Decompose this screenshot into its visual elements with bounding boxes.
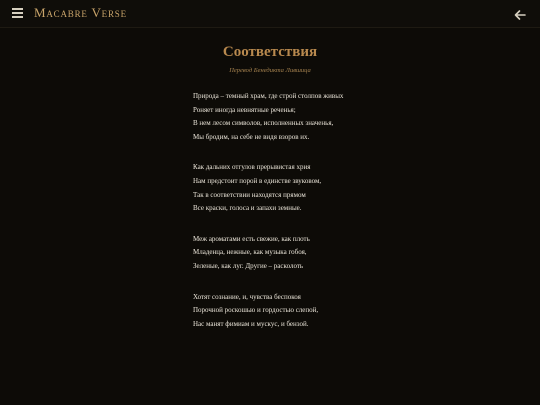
- poem-line: В нем лесом символов, исполненных значен…: [193, 119, 334, 128]
- poem-line: Порочной роскошью и гордостью слепой,: [193, 306, 319, 315]
- poem-line: Роняет иногда невнятные реченья;: [193, 105, 296, 114]
- poem-line: Меж ароматами есть свежие, как плоть: [193, 234, 310, 243]
- top-app-bar: Macabre Verse: [0, 0, 540, 28]
- arrow-left-icon[interactable]: [513, 7, 527, 21]
- poem-stanza: Природа – темный храм, где строй столпов…: [193, 90, 513, 144]
- poem-stanza: Как дальних отгулов прерывистая хрия Нам…: [193, 161, 513, 215]
- poem-title: Соответствия: [222, 44, 318, 60]
- poem-line: Младенца, нежные, как музыка гобоя,: [193, 248, 307, 257]
- poem-line: Все краски, голоса и запахи земные.: [193, 204, 302, 213]
- poem-stanza: Хотят сознание, и, чувства беспокоя Поро…: [193, 291, 513, 332]
- poem-line: Хотят сознание, и, чувства беспокоя: [193, 292, 301, 301]
- poem-line: Мы бродим, на себе не видя взоров их.: [193, 132, 310, 141]
- poem-translator: Перевод Бенедикта Лившица: [229, 67, 311, 74]
- site-brand[interactable]: Macabre Verse: [34, 5, 127, 21]
- poem-body: Природа – темный храм, где строй столпов…: [193, 90, 513, 348]
- poem-line: Нам предстоит порой в единстве звуковом,: [193, 176, 322, 185]
- poem-line: Как дальних отгулов прерывистая хрия: [193, 163, 311, 172]
- hamburger-menu-icon[interactable]: [12, 8, 24, 19]
- poem-stanza: Меж ароматами есть свежие, как плоть Мла…: [193, 233, 513, 274]
- poem-line: Природа – темный храм, где строй столпов…: [193, 92, 344, 100]
- poem-line: Зеленые, как луг. Другие – расколоть: [193, 261, 304, 270]
- poem-line: Нас манят фимиам и мускус, и бензой.: [193, 319, 309, 328]
- poem-line: Так в соответствии находятся прямом: [193, 190, 306, 199]
